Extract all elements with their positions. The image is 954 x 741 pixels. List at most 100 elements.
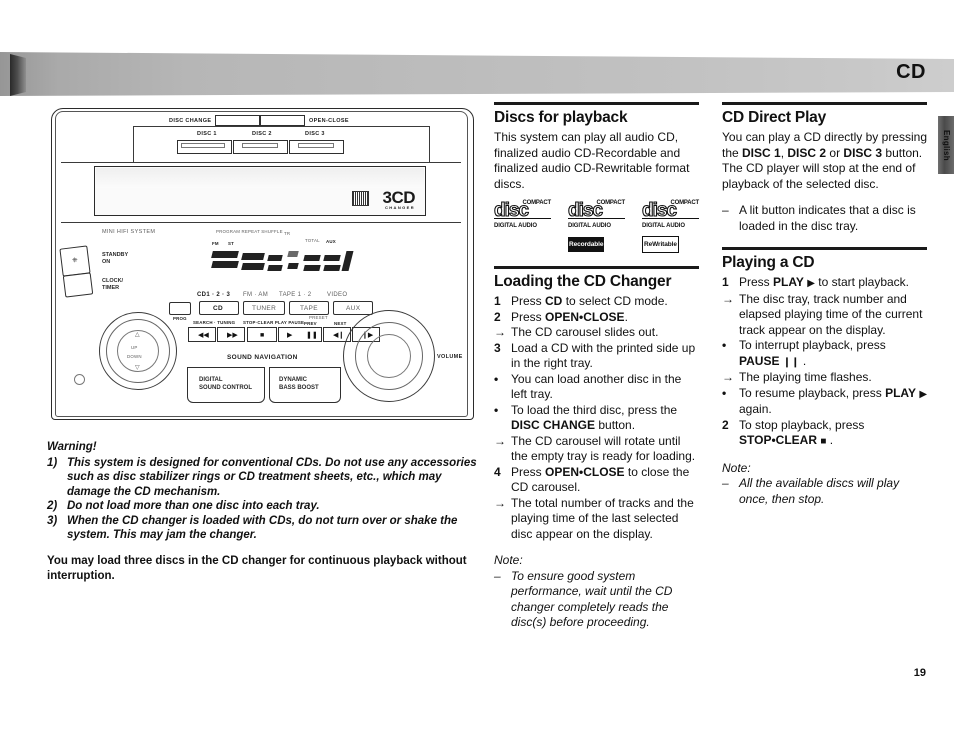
cd-logo-compact-text: COMPACT <box>522 200 552 206</box>
rewind-icon: ◀◀ <box>198 332 209 339</box>
button-disc-change[interactable] <box>215 115 260 126</box>
button-disc-3[interactable] <box>289 140 344 154</box>
warning-title: Warning! <box>47 441 97 453</box>
label-button-cd: CD <box>213 305 224 312</box>
step-marker: → <box>494 433 506 448</box>
label-sound-navigation: SOUND NAVIGATION <box>227 354 298 361</box>
fast-forward-icon: ▶▶ <box>227 332 238 339</box>
three-cd-changer-logo: 3CD CHANGER <box>382 189 415 210</box>
step-item: 2 To stop playback, press STOP•CLEAR ■ . <box>722 418 927 450</box>
stop-icon: ■ <box>260 332 265 339</box>
page-header-band: CD <box>0 52 954 96</box>
step-marker: • <box>494 371 499 386</box>
label-disc-2: DISC 2 <box>252 131 272 137</box>
step-text: The total number of tracks and the playi… <box>511 495 694 541</box>
step-text: The CD carousel slides out. <box>511 325 659 339</box>
label-open-close: OPEN-CLOSE <box>309 118 349 124</box>
label-disc-3: DISC 3 <box>305 131 325 137</box>
cd-logo-digital-audio-text: DIGITAL AUDIO <box>568 218 625 235</box>
heading-loading-the-cd-changer: Loading the CD Changer <box>494 272 672 290</box>
step-text: The CD carousel will rotate until the em… <box>511 433 696 464</box>
cd-logo-digital-audio-text: DIGITAL AUDIO <box>494 218 551 235</box>
section-rule <box>494 266 699 269</box>
language-tab-label: English <box>941 129 951 161</box>
display-segment <box>241 263 265 270</box>
header-band-tip <box>10 54 26 96</box>
section-rule <box>722 247 927 250</box>
text-column-middle: Discs for playback This system can play … <box>493 102 699 631</box>
power-icon: ⎈ <box>72 257 78 264</box>
page-title: CD <box>896 61 926 83</box>
button-prog[interactable] <box>169 302 191 315</box>
panel-top-line <box>133 126 429 127</box>
button-disc-2-led <box>242 143 278 148</box>
step-text: The disc tray, track number and elapsed … <box>739 291 923 337</box>
jog-dial-label-up: UP <box>131 345 138 350</box>
section-rule <box>494 102 699 105</box>
cd-logo-audio: COMPACT disc DIGITAL AUDIO <box>493 196 552 253</box>
warning-item: 1) This system is designed for convention… <box>47 456 477 500</box>
warning-item-text: This system is designed for conventional… <box>67 456 477 498</box>
display-segment <box>267 265 283 271</box>
warning-item: 3) When the CD changer is loaded with CDs… <box>47 514 477 543</box>
panel-edge-right <box>429 126 430 162</box>
step-item: • To resume playback, press PLAY ▶ again. <box>722 386 927 418</box>
volume-knob-inner[interactable] <box>367 334 411 378</box>
cd-logo-compact-text: COMPACT <box>596 200 626 206</box>
label-button-tuner: TUNER <box>252 305 277 312</box>
step-item: 1 Press PLAY ▶ to start playback. <box>722 275 927 292</box>
warning-item: 2) Do not load more than one disc into ea… <box>47 499 477 514</box>
step-item: → The playing time flashes. <box>722 370 927 386</box>
label-prev: PREV <box>304 321 317 326</box>
button-disc-2[interactable] <box>233 140 288 154</box>
button-stop-clear[interactable]: ■ <box>247 327 277 342</box>
step-text: You can load another disc in the left tr… <box>511 371 682 402</box>
button-open-close[interactable] <box>260 115 305 126</box>
display-label-program: PROGRAM REPEAT SHUFFLE <box>216 229 283 234</box>
display-indicator-track: TR <box>284 231 291 236</box>
step-marker: 4 <box>494 464 501 479</box>
step-item: 3 Load a CD with the printed side up in t… <box>494 341 699 372</box>
step-marker: 2 <box>494 309 501 324</box>
display-segment <box>287 251 299 257</box>
step-marker: 3 <box>494 340 501 355</box>
display-segment <box>241 253 265 260</box>
step-marker: 1 <box>494 294 501 308</box>
label-button-tape: TAPE <box>300 305 318 312</box>
step-text: To interrupt playback, press PAUSE ❙❙ . <box>739 338 886 368</box>
label-stop-clear-play-pause: STOP·CLEAR PLAY PAUSE <box>243 320 305 325</box>
warning-block: Warning! 1) This system is designed for c… <box>47 440 477 584</box>
note-text-playing: – All the available discs will play once,… <box>722 476 927 507</box>
label-source-tape: TAPE 1 · 2 <box>279 292 312 298</box>
cd-logo-rewritable: COMPACT disc DIGITAL AUDIO ReWritable <box>641 196 699 253</box>
button-play-pause[interactable]: ▶ ❚❚ <box>278 327 322 342</box>
button-search-forward[interactable]: ▶▶ <box>217 327 245 342</box>
warning-item-number: 1) <box>47 456 58 469</box>
heading-discs-for-playback: Discs for playback <box>494 108 628 126</box>
dash-marker: – <box>722 203 729 217</box>
note-heading-playing: Note: <box>722 460 751 475</box>
cd-door[interactable]: 3CD CHANGER <box>94 166 426 216</box>
display-panel: PROGRAM REPEAT SHUFFLE FM ST TOTAL AUX T… <box>210 229 355 285</box>
body-cd-direct-play: You can play a CD directly by pressing t… <box>722 130 927 191</box>
label-disc-1: DISC 1 <box>197 131 217 137</box>
label-disc-change: DISC CHANGE <box>169 118 212 124</box>
note-marker: – <box>722 476 729 490</box>
step-text: The playing time flashes. <box>739 370 872 384</box>
step-item: → The CD carousel will rotate until the e… <box>494 434 699 465</box>
step-marker: • <box>722 338 727 352</box>
body-discs-for-playback: This system can play all audio CD, final… <box>494 130 690 191</box>
button-disc-1[interactable] <box>177 140 232 154</box>
note-body-text: All the available discs will play once, … <box>739 476 900 506</box>
step-item: 2 Press OPEN•CLOSE. <box>494 310 699 326</box>
display-segment <box>211 251 239 258</box>
button-search-back[interactable]: ◀◀ <box>188 327 216 342</box>
section-rule <box>722 102 927 105</box>
button-clock-timer[interactable] <box>62 272 94 298</box>
step-marker: → <box>722 370 734 384</box>
header-band-wedge <box>0 52 954 96</box>
label-next: NEXT <box>334 321 347 326</box>
display-segment <box>341 251 354 271</box>
display-segment <box>287 263 299 269</box>
label-volume: VOLUME <box>437 354 463 360</box>
